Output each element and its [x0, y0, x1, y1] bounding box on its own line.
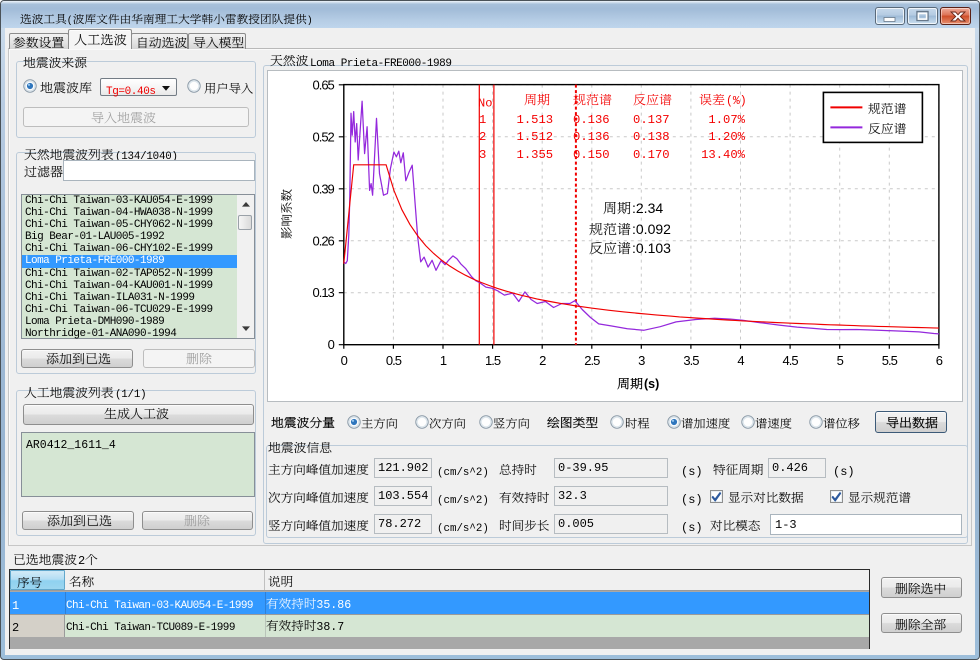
svg-text:2.5: 2.5 [584, 353, 600, 368]
svg-text:35.86: 35.86 [316, 599, 351, 612]
svg-text:0.5: 0.5 [385, 353, 401, 368]
svg-text:6: 6 [935, 353, 942, 368]
svg-text:2: 2 [539, 353, 546, 368]
svg-text:(: ( [67, 15, 73, 26]
svg-text:No: No [478, 97, 492, 110]
svg-text:3.5: 3.5 [683, 353, 699, 368]
svg-text:0.52: 0.52 [312, 129, 334, 144]
svg-text:1: 1 [439, 353, 446, 368]
svg-text:3: 3 [638, 353, 645, 368]
svg-text:4: 4 [737, 353, 744, 368]
svg-text:0.13: 0.13 [312, 285, 334, 300]
svg-text:5: 5 [836, 353, 843, 368]
svg-text:0: 0 [340, 353, 347, 368]
svg-text:5.5: 5.5 [881, 353, 897, 368]
svg-text:0.39: 0.39 [312, 181, 334, 196]
svg-text:0: 0 [327, 337, 334, 352]
svg-text:1.5: 1.5 [485, 353, 501, 368]
svg-text:0.65: 0.65 [312, 77, 334, 92]
svg-text:4.5: 4.5 [782, 353, 798, 368]
svg-text:): ) [307, 15, 313, 26]
svg-text:38.7: 38.7 [316, 621, 344, 634]
